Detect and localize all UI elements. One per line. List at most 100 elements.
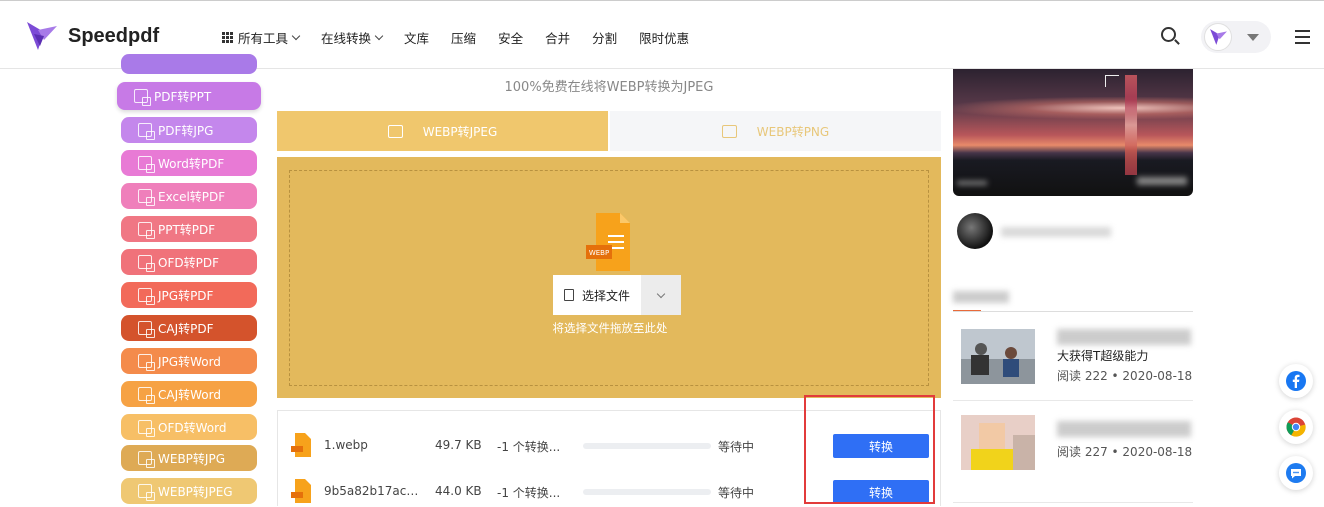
nav-merge[interactable]: 合并 [545, 28, 570, 47]
section-divider [953, 311, 1193, 312]
sidebar-item-label: PDF转JPG [158, 123, 214, 138]
sidebar-item-label: CAJ转Word [158, 387, 221, 402]
article-item[interactable]: 阅读 227 • 2020-08-18 [961, 415, 1193, 485]
author-avatar[interactable] [957, 213, 993, 249]
facebook-button[interactable] [1279, 364, 1313, 398]
sidebar-item-tool[interactable]: JPG转Word [121, 348, 257, 374]
nav-online-convert[interactable]: 在线转换 [321, 28, 384, 47]
facebook-icon [1286, 371, 1306, 391]
blurred-article-title [1057, 329, 1191, 345]
file-name: 9b5a82b17ac6... [324, 484, 419, 498]
nav-library[interactable]: 文库 [404, 28, 429, 47]
sidebar-item-tool[interactable]: PPT转PDF [121, 216, 257, 242]
nav-security[interactable]: 安全 [498, 28, 523, 47]
upload-area: WEBP 选择文件 将选择文件拖放至此处 [277, 157, 941, 398]
choose-source-dropdown[interactable] [641, 275, 681, 315]
convert-icon [138, 321, 155, 338]
convert-icon [138, 387, 155, 404]
choose-file-button[interactable]: 选择文件 [553, 275, 641, 315]
sidebar-item-tool[interactable]: CAJ转PDF [121, 315, 257, 341]
sidebar-item-label: JPG转Word [158, 354, 221, 369]
choose-file-button-group: 选择文件 [553, 275, 681, 315]
highlight-box [804, 395, 935, 504]
sidebar-item-tool[interactable]: Excel转PDF [121, 183, 257, 209]
chevron-down-icon [374, 31, 384, 41]
tab-label: WEBP转PNG [756, 124, 830, 139]
sidebar-item-label: OFD转PDF [158, 255, 219, 270]
progress-bar [583, 489, 711, 495]
nav-compress[interactable]: 压缩 [451, 28, 476, 47]
tab-webp-to-png[interactable]: WEBP转PNG [610, 111, 941, 151]
nav-label: 所有工具 [238, 31, 289, 46]
nav-all-tools[interactable]: 所有工具 [222, 28, 301, 47]
article-meta: 阅读 227 • 2020-08-18 [1057, 445, 1193, 459]
tab-label: WEBP转JPEG [422, 124, 498, 139]
sidebar-item-label: WEBP转JPEG [158, 484, 233, 499]
sidebar-item-label: WEBP转JPG [158, 451, 225, 466]
sidebar-item-tool[interactable]: JPG转PDF [121, 282, 257, 308]
video-thumbnail[interactable] [953, 69, 1193, 196]
convert-icon [134, 89, 151, 106]
blurred-article-title [1057, 421, 1191, 437]
blurred-author-name [1001, 227, 1111, 237]
nav-label: 在线转换 [321, 31, 372, 46]
convert-status: -1 个转换... [497, 486, 561, 500]
file-name: 1.webp [324, 438, 368, 452]
user-logo-icon [1210, 29, 1227, 45]
brand-name: Speedpdf [68, 24, 160, 47]
chat-button[interactable] [1279, 456, 1313, 490]
sidebar-item-label: PPT转PDF [158, 222, 216, 237]
sidebar-item-tool[interactable]: PDF转JPG [121, 117, 257, 143]
convert-icon [138, 156, 155, 173]
sidebar-item-hidden[interactable] [121, 54, 257, 74]
sidebar-item-label: Excel转PDF [158, 189, 226, 204]
chat-icon [1286, 463, 1306, 483]
sidebar-item-label: CAJ转PDF [158, 321, 214, 336]
sidebar-item-tool[interactable]: Word转PDF [121, 150, 257, 176]
sidebar-item-tool[interactable]: OFD转Word [121, 414, 257, 440]
sidebar-item-tool[interactable]: OFD转PDF [121, 249, 257, 275]
convert-icon [138, 420, 155, 437]
sidebar-item-tool[interactable]: WEBP转JPEG [121, 478, 257, 504]
sidebar-item-label: Word转PDF [158, 156, 225, 171]
corner-mark [1105, 75, 1119, 87]
file-size: 49.7 KB [435, 438, 482, 452]
nav-limited-offer[interactable]: 限时优惠 [639, 28, 689, 47]
page-subtitle: 100%免费在线将WEBP转换为JPEG [504, 80, 714, 95]
convert-icon [138, 123, 155, 140]
sidebar-item-tool[interactable]: CAJ转Word [121, 381, 257, 407]
drop-zone[interactable]: WEBP 选择文件 将选择文件拖放至此处 [289, 170, 929, 386]
nav-split[interactable]: 分割 [592, 28, 617, 47]
file-state: 等待中 [718, 486, 755, 500]
chevron-down-icon [291, 31, 301, 41]
chrome-button[interactable] [1279, 410, 1313, 444]
sidebar-item-label: PDF转PPT [154, 89, 212, 104]
sidebar-item-tool[interactable]: WEBP转JPG [121, 445, 257, 471]
search-icon[interactable] [1161, 27, 1176, 42]
logo[interactable]: Speedpdf [24, 20, 159, 52]
article-thumbnail [961, 329, 1035, 384]
webp-file-icon [291, 479, 311, 503]
convert-icon [138, 451, 155, 468]
article-meta: 阅读 222 • 2020-08-18 [1057, 369, 1193, 383]
drop-hint: 将选择文件拖放至此处 [552, 321, 668, 335]
converter-tabs: WEBP转JPEG WEBP转PNG [277, 111, 941, 151]
convert-icon [138, 189, 155, 206]
convert-icon [138, 255, 155, 272]
article-item[interactable]: 大获得T超级能力 阅读 222 • 2020-08-18 [961, 329, 1193, 399]
file-state: 等待中 [718, 440, 755, 454]
main-nav: 所有工具 在线转换 文库 压缩 安全 合并 分割 限时优惠 [222, 28, 711, 47]
tab-webp-to-jpeg[interactable]: WEBP转JPEG [277, 111, 608, 151]
menu-icon[interactable] [1295, 30, 1310, 48]
document-icon [563, 289, 574, 301]
blurred-caption [957, 181, 987, 185]
convert-icon [138, 222, 155, 239]
user-menu[interactable] [1201, 21, 1271, 53]
article-divider [953, 502, 1193, 503]
sidebar-item-tool[interactable]: PDF转PPT [117, 82, 261, 110]
sky-glow [953, 97, 1193, 119]
convert-icon [138, 354, 155, 371]
article-title: 大获得T超级能力 [1057, 349, 1149, 363]
speedpdf-logo-icon [27, 22, 57, 50]
caret-down-icon [1247, 34, 1259, 41]
